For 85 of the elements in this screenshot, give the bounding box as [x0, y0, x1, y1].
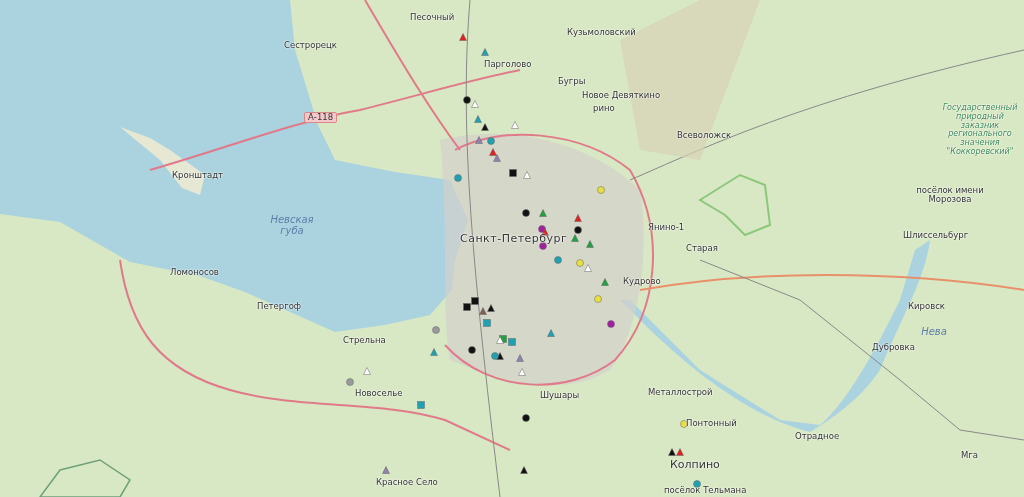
triangle-marker-icon[interactable]	[668, 448, 676, 456]
place-label: Петергоф	[257, 302, 302, 312]
triangle-marker-icon[interactable]	[363, 367, 371, 375]
triangle-marker-icon[interactable]	[518, 368, 526, 376]
triangle-marker-icon[interactable]	[479, 307, 487, 315]
circle-marker-icon[interactable]	[693, 480, 701, 488]
road-number-label: А-118	[304, 112, 338, 124]
place-label: Парголово	[484, 60, 532, 70]
circle-marker-icon[interactable]	[491, 352, 499, 360]
town-label: Колпино	[670, 459, 720, 472]
triangle-marker-icon[interactable]	[481, 123, 489, 131]
triangle-marker-icon[interactable]	[496, 352, 504, 360]
square-marker-icon[interactable]	[483, 319, 491, 327]
circle-marker-icon[interactable]	[522, 414, 530, 422]
place-label: Новое Девяткино	[582, 91, 661, 101]
place-label: Красное Село	[376, 478, 438, 488]
square-marker-icon[interactable]	[417, 401, 425, 409]
triangle-marker-icon[interactable]	[496, 336, 504, 344]
water-label: Невская губа	[269, 214, 315, 236]
triangle-marker-icon[interactable]	[493, 154, 501, 162]
place-label: Отрадное	[795, 432, 840, 442]
square-marker-icon[interactable]	[508, 338, 516, 346]
triangle-marker-icon[interactable]	[571, 234, 579, 242]
place-label: Кировск	[908, 302, 945, 312]
triangle-marker-icon[interactable]	[474, 115, 482, 123]
circle-marker-icon[interactable]	[607, 320, 615, 328]
water-label: Нева	[920, 326, 948, 337]
square-marker-icon[interactable]	[509, 169, 517, 177]
place-label: Понтонный	[686, 419, 737, 429]
triangle-marker-icon[interactable]	[539, 209, 547, 217]
square-marker-icon[interactable]	[463, 303, 471, 311]
triangle-marker-icon[interactable]	[584, 264, 592, 272]
circle-marker-icon[interactable]	[576, 259, 584, 267]
place-label: Песочный	[410, 13, 455, 23]
circle-marker-icon[interactable]	[522, 209, 530, 217]
place-label: Кронштадт	[172, 171, 223, 181]
triangle-marker-icon[interactable]	[481, 48, 489, 56]
circle-marker-icon[interactable]	[487, 137, 495, 145]
triangle-marker-icon[interactable]	[586, 240, 594, 248]
triangle-marker-icon[interactable]	[520, 466, 528, 474]
circle-marker-icon[interactable]	[554, 256, 562, 264]
place-label: посёлок имени Морозова	[915, 186, 985, 205]
place-label: Шлиссельбург	[903, 231, 969, 241]
triangle-marker-icon[interactable]	[676, 448, 684, 456]
triangle-marker-icon[interactable]	[547, 329, 555, 337]
place-label: рино	[593, 104, 615, 114]
circle-marker-icon[interactable]	[539, 242, 547, 250]
place-label: Сестрорецк	[284, 41, 337, 51]
circle-marker-icon[interactable]	[680, 420, 688, 428]
triangle-marker-icon[interactable]	[489, 148, 497, 156]
triangle-marker-icon[interactable]	[471, 100, 479, 108]
circle-marker-icon[interactable]	[432, 326, 440, 334]
place-label: Шушары	[540, 391, 580, 401]
square-marker-icon[interactable]	[471, 297, 479, 305]
reserve-label: Государственный природный заказник регионального значения "Коккоревский"	[941, 104, 1019, 157]
triangle-marker-icon[interactable]	[475, 136, 483, 144]
circle-marker-icon[interactable]	[597, 186, 605, 194]
triangle-marker-icon[interactable]	[523, 171, 531, 179]
place-label: Стрельна	[343, 336, 386, 346]
place-label: Металлострой	[648, 388, 713, 398]
place-label: Дубровка	[872, 343, 915, 353]
circle-marker-icon[interactable]	[463, 96, 471, 104]
circle-marker-icon[interactable]	[594, 295, 602, 303]
circle-marker-icon[interactable]	[346, 378, 354, 386]
place-label: Ломоносов	[170, 268, 219, 278]
triangle-marker-icon[interactable]	[382, 466, 390, 474]
triangle-marker-icon[interactable]	[516, 354, 524, 362]
circle-marker-icon[interactable]	[574, 226, 582, 234]
place-label: Старая	[686, 244, 718, 254]
circle-marker-icon[interactable]	[468, 346, 476, 354]
triangle-marker-icon[interactable]	[601, 278, 609, 286]
place-label: Мга	[961, 451, 978, 461]
triangle-marker-icon[interactable]	[487, 304, 495, 312]
circle-marker-icon[interactable]	[454, 174, 462, 182]
place-label: Новоселье	[355, 389, 403, 399]
place-label: Всеволожск	[677, 131, 732, 141]
triangle-marker-icon[interactable]	[511, 121, 519, 129]
place-label: Бугры	[558, 77, 586, 87]
city-label: Санкт-Петербург	[460, 233, 568, 246]
triangle-marker-icon[interactable]	[430, 348, 438, 356]
place-label: посёлок Тельмана	[664, 486, 747, 496]
triangle-marker-icon[interactable]	[459, 33, 467, 41]
triangle-marker-icon[interactable]	[541, 228, 549, 236]
place-label: Кузьмоловский	[567, 28, 636, 38]
triangle-marker-icon[interactable]	[574, 214, 582, 222]
